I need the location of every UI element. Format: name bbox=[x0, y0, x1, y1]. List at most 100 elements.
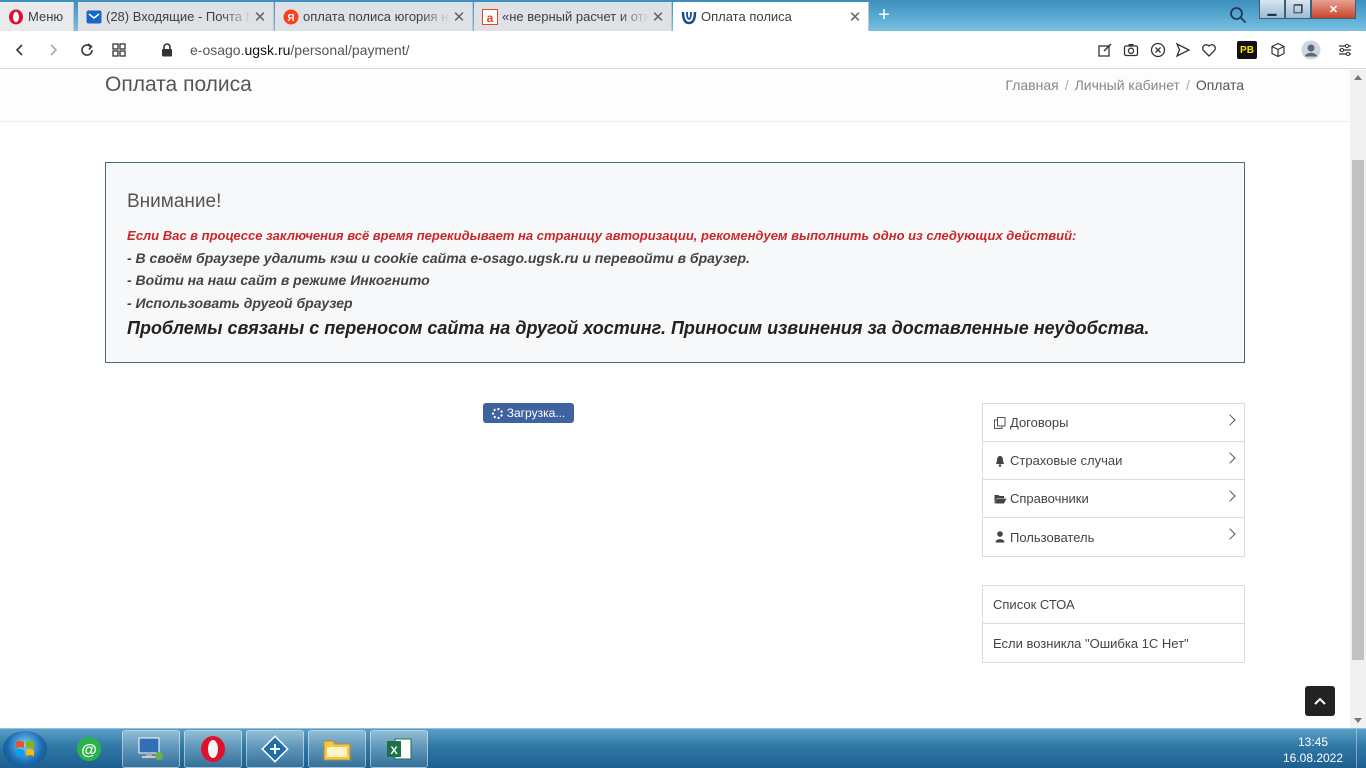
windows-logo-icon bbox=[16, 741, 34, 756]
new-tab-button[interactable]: + bbox=[873, 5, 895, 27]
heart-icon[interactable] bbox=[1199, 40, 1219, 60]
address-bar: e-osago.ugsk.ru/personal/payment/ PB bbox=[0, 31, 1366, 69]
breadcrumb-separator: / bbox=[1185, 77, 1190, 93]
forward-icon[interactable] bbox=[43, 40, 63, 60]
side-menu-label: Пользователь bbox=[1010, 529, 1095, 545]
clock-time: 13:45 bbox=[1297, 735, 1329, 749]
chevron-right-icon bbox=[1224, 528, 1236, 540]
user-icon bbox=[993, 530, 1007, 544]
speed-dial-icon[interactable] bbox=[109, 40, 129, 60]
profile-avatar-icon[interactable] bbox=[1301, 40, 1321, 60]
folder-open-icon bbox=[993, 492, 1007, 506]
url-domain: ugsk.ru bbox=[244, 42, 291, 58]
scrollbar-thumb[interactable] bbox=[1352, 160, 1364, 660]
computer-icon bbox=[138, 737, 163, 760]
alert-apology-text: Проблемы связаны с переносом сайта на др… bbox=[127, 318, 1150, 338]
link-stoa-list[interactable]: Список СТОА bbox=[983, 586, 1244, 624]
taskbar-app-blue[interactable] bbox=[246, 730, 304, 768]
page-scrollbar[interactable] bbox=[1350, 70, 1366, 728]
loading-indicator: Загрузка... bbox=[483, 403, 574, 423]
mail-icon bbox=[86, 9, 102, 25]
app-diamond-icon bbox=[261, 735, 289, 763]
chevron-up-icon bbox=[1314, 697, 1326, 705]
svg-text:a: a bbox=[487, 11, 494, 25]
close-window-button[interactable]: ✕ bbox=[1311, 0, 1356, 19]
side-menu-item-claims[interactable]: Страховые случаи bbox=[983, 442, 1244, 480]
side-menu-label: Договоры bbox=[1010, 415, 1069, 430]
easy-setup-icon[interactable] bbox=[1335, 40, 1355, 60]
close-icon[interactable]: ✕ bbox=[251, 8, 269, 26]
tab-label: «не верный расчет и отка bbox=[502, 9, 649, 24]
close-icon[interactable]: ✕ bbox=[649, 8, 667, 26]
side-menu-item-contracts[interactable]: Договоры bbox=[983, 404, 1244, 442]
breadcrumb-cabinet[interactable]: Личный кабинет bbox=[1075, 77, 1180, 93]
opera-menu-button[interactable]: Меню bbox=[0, 2, 74, 31]
tab-ab-review[interactable]: a «не верный расчет и отка ✕ bbox=[474, 2, 672, 31]
back-icon[interactable] bbox=[10, 40, 30, 60]
url-field[interactable]: e-osago.ugsk.ru/personal/payment/ bbox=[190, 42, 409, 58]
close-icon[interactable]: ✕ bbox=[846, 8, 864, 26]
ab-icon: a bbox=[482, 8, 498, 25]
side-menu-label: Страховые случаи bbox=[1010, 453, 1123, 468]
side-menu-label: Справочники bbox=[1010, 491, 1089, 506]
breadcrumb-separator: / bbox=[1064, 77, 1069, 93]
system-clock[interactable]: 13:45 16.08.2022 bbox=[1280, 734, 1346, 766]
attention-alert: Внимание! Если Вас в процессе заключения… bbox=[105, 162, 1245, 363]
page-header: Оплата полиса Главная / Личный кабинет /… bbox=[0, 70, 1350, 122]
svg-text:X: X bbox=[390, 745, 398, 757]
side-menu: Договоры Страховые случаи Справочники По… bbox=[982, 403, 1245, 557]
tab-label: (28) Входящие - Почта Ма bbox=[106, 9, 251, 24]
bell-icon bbox=[993, 454, 1007, 468]
start-button[interactable] bbox=[3, 731, 47, 767]
tab-mail[interactable]: (28) Входящие - Почта Ма ✕ bbox=[78, 2, 274, 31]
tab-search-icon[interactable] bbox=[1229, 6, 1249, 26]
spinner-icon bbox=[491, 407, 503, 419]
reload-icon[interactable] bbox=[77, 40, 97, 60]
adblock-icon[interactable] bbox=[1148, 40, 1168, 60]
taskbar-mail-agent[interactable]: @ bbox=[60, 730, 118, 768]
send-icon[interactable] bbox=[1173, 40, 1193, 60]
breadcrumb-home[interactable]: Главная bbox=[1005, 77, 1058, 93]
tab-label: оплата полиса югория не bbox=[303, 9, 450, 24]
alert-step-3: - Использовать другой браузер bbox=[127, 295, 353, 311]
contracts-icon bbox=[993, 416, 1007, 430]
page-title: Оплата полиса bbox=[105, 73, 252, 96]
scroll-to-top-button[interactable] bbox=[1305, 686, 1335, 716]
clock-date: 16.08.2022 bbox=[1282, 751, 1344, 765]
url-path: /personal/payment/ bbox=[290, 42, 410, 58]
cube-icon[interactable] bbox=[1268, 40, 1288, 60]
edit-icon[interactable] bbox=[1095, 40, 1115, 60]
link-1c-error[interactable]: Если возникла "Ошибка 1С Нет" bbox=[983, 624, 1244, 662]
taskbar-computer[interactable] bbox=[122, 730, 180, 768]
tab-label: Оплата полиса bbox=[701, 9, 792, 24]
breadcrumb-current: Оплата bbox=[1195, 77, 1244, 93]
close-icon[interactable]: ✕ bbox=[450, 8, 468, 26]
mail-agent-icon: @ bbox=[77, 737, 101, 761]
menu-label: Меню bbox=[28, 9, 64, 24]
vpn-badge[interactable]: PB bbox=[1237, 41, 1257, 59]
alert-step-2: - Войти на наш сайт в режиме Инкогнито bbox=[127, 272, 430, 288]
minimize-button[interactable]: ▁ bbox=[1259, 0, 1285, 19]
browser-tabstrip: Меню (28) Входящие - Почта Ма ✕ Я оплата… bbox=[0, 0, 1366, 31]
svg-text:Я: Я bbox=[287, 13, 294, 24]
side-menu-item-user[interactable]: Пользователь bbox=[983, 518, 1244, 556]
show-desktop-button[interactable] bbox=[1356, 729, 1366, 768]
camera-icon[interactable] bbox=[1121, 40, 1141, 60]
taskbar-explorer[interactable] bbox=[308, 730, 366, 768]
breadcrumb: Главная / Личный кабинет / Оплата bbox=[1005, 77, 1244, 93]
side-menu-item-references[interactable]: Справочники bbox=[983, 480, 1244, 518]
opera-logo-icon bbox=[8, 9, 24, 25]
maximize-button[interactable]: ❐ bbox=[1285, 0, 1311, 19]
tab-payment-active[interactable]: Оплата полиса ✕ bbox=[673, 2, 869, 31]
url-prefix: e-osago. bbox=[190, 42, 245, 58]
yandex-icon: Я bbox=[283, 9, 299, 25]
taskbar-excel[interactable]: X bbox=[370, 730, 428, 768]
ugsk-icon bbox=[681, 9, 697, 25]
folder-icon bbox=[323, 740, 351, 761]
tab-yandex-search[interactable]: Я оплата полиса югория не ✕ bbox=[275, 2, 473, 31]
scroll-down-arrow-icon[interactable] bbox=[1354, 718, 1362, 723]
lock-icon[interactable] bbox=[157, 40, 177, 60]
scroll-up-arrow-icon[interactable] bbox=[1354, 75, 1362, 80]
taskbar-opera[interactable] bbox=[184, 730, 242, 768]
alert-step-1: - В своём браузере удалить кэш и cookie … bbox=[127, 250, 750, 266]
